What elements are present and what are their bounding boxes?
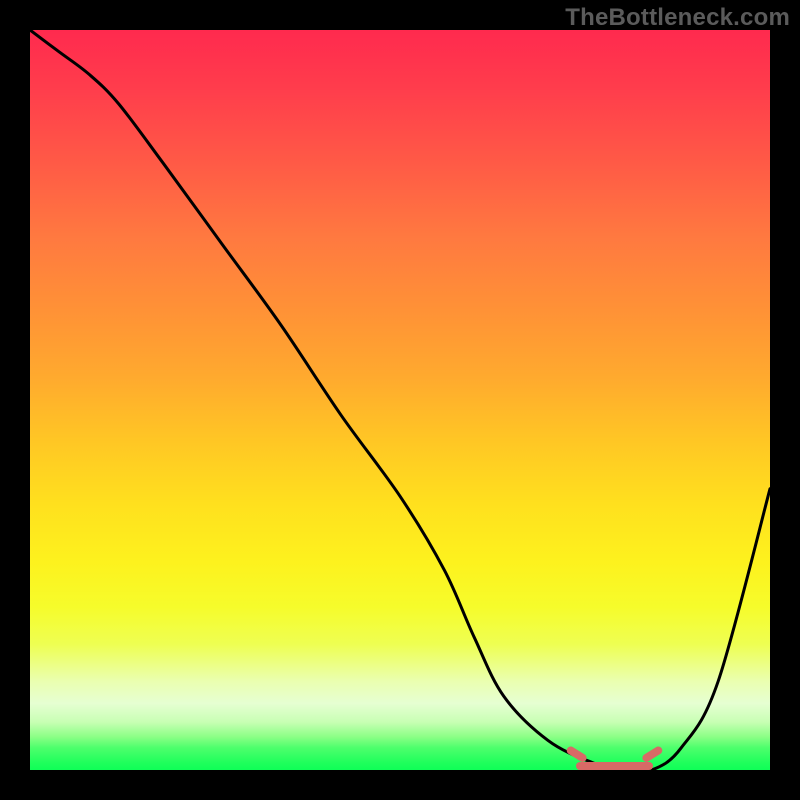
chart-frame: TheBottleneck.com [0, 0, 800, 800]
watermark-text: TheBottleneck.com [565, 4, 790, 32]
optimal-range-marker-flat [576, 762, 653, 770]
plot-area [30, 30, 770, 770]
bottleneck-curve [30, 30, 770, 770]
